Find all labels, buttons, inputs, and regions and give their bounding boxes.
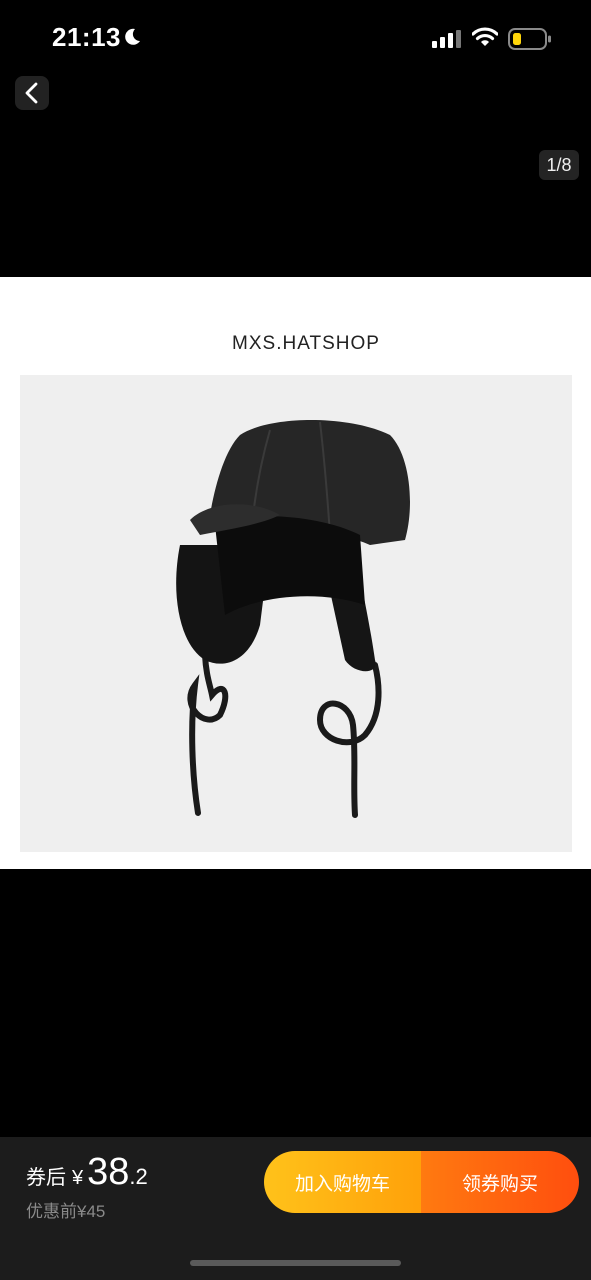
battery-icon — [508, 28, 551, 50]
trapper-hat-illustration — [176, 420, 410, 818]
price-after-coupon: 券后 ¥ 38 .2 — [26, 1151, 148, 1194]
coupon-buy-button[interactable]: 领券购买 — [421, 1151, 579, 1213]
signal-icon — [432, 30, 461, 48]
home-indicator[interactable] — [190, 1260, 401, 1266]
product-photo — [20, 375, 572, 852]
product-image-panel[interactable]: MXS.HATSHOP — [0, 277, 591, 869]
action-buttons: 加入购物车 领券购买 — [264, 1151, 579, 1213]
status-bar: 21:13 — [0, 0, 591, 80]
back-button[interactable] — [15, 76, 49, 110]
wifi-icon — [472, 27, 498, 46]
currency-symbol: ¥ — [72, 1167, 84, 1189]
purchase-bar: 券后 ¥ 38 .2 优惠前¥45 加入购物车 领券购买 — [0, 1137, 591, 1280]
moon-icon — [125, 28, 140, 45]
image-counter: 1/8 — [539, 150, 579, 180]
price-integer: 38 — [87, 1151, 130, 1193]
price-decimal: .2 — [129, 1164, 148, 1189]
original-price: 优惠前¥45 — [26, 1202, 106, 1221]
status-time: 21:13 — [52, 22, 121, 52]
chevron-left-icon — [25, 82, 38, 104]
price-prefix: 券后 — [26, 1167, 66, 1189]
brand-label: MXS.HATSHOP — [232, 333, 380, 354]
add-to-cart-button[interactable]: 加入购物车 — [264, 1151, 421, 1213]
